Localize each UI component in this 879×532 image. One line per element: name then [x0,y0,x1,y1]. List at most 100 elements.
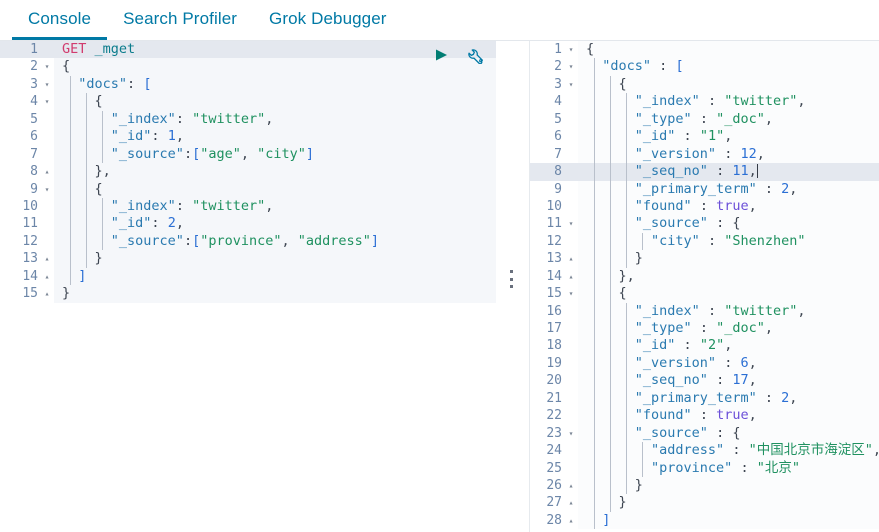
tab-grok-debugger[interactable]: Grok Debugger [253,0,403,40]
code-line[interactable]: 5 "_index": "twitter", [0,110,496,129]
code-line[interactable]: 7 "_source":["age", "city"] [0,145,496,164]
fold-toggle-icon[interactable]: ▾ [40,93,54,110]
code-line[interactable]: 26 ▴ } [530,476,879,495]
code-line[interactable]: 19 "_version" : 6, [530,354,879,373]
code-line[interactable]: 23 ▾ "_source" : { [530,424,879,443]
code-line[interactable]: 11 ▾ "_source" : { [530,215,879,233]
code-line[interactable]: 20 "_seq_no" : 17, [530,372,879,390]
line-number: 6 [530,128,564,146]
fold-toggle-icon[interactable]: ▴ [564,494,578,511]
code-line[interactable]: 4 ▾ { [0,93,496,111]
code-line[interactable]: 28 ▴ ] [530,511,879,530]
wrench-icon[interactable] [464,45,486,65]
fold-toggle-icon[interactable]: ▴ [564,512,578,529]
token-key: "found" [634,197,692,214]
fold-toggle-icon[interactable]: ▾ [564,76,578,93]
fold-toggle-icon[interactable]: ▾ [564,285,578,302]
token-key: "_id" [110,128,152,145]
code-line[interactable]: 25 "province" : "北京" [530,459,879,477]
code-line[interactable]: 1 ▾ { [530,41,879,59]
token-punc: : [699,232,725,249]
code-line[interactable]: 14 ▴ ] [0,267,496,286]
code-line[interactable]: 22 "found" : true, [530,407,879,425]
code-line[interactable]: 21 "_primary_term" : 2, [530,389,879,408]
code-line[interactable]: 5 "_type" : "_doc", [530,110,879,129]
token-str: "twitter" [192,197,266,214]
token-str: "twitter" [192,110,266,127]
token-key: "found" [634,407,692,424]
drag-handle-icon[interactable] [510,270,513,288]
code-line-content: "address" : "中国北京市海淀区", [578,442,879,460]
indent-guide [594,302,595,320]
request-pane[interactable]: 1 GET _mget 2 ▾{3 ▾ "docs": [4 ▾ {5 "_index":… [0,41,496,532]
token-punc [62,93,95,109]
code-line[interactable]: 14 ▴ }, [530,267,879,286]
code-line[interactable]: 24 "address" : "中国北京市海淀区", [530,442,879,460]
token-str: "_doc" [716,320,765,336]
code-line[interactable]: 2 ▾ { [0,58,496,76]
code-line[interactable]: 7 "_version" : 12, [530,145,879,164]
indent-guide [594,215,595,233]
code-line-content: "_type" : "_doc", [578,110,879,129]
token-punc: , [748,372,757,389]
code-line[interactable]: 18 "_id" : "2", [530,337,879,355]
code-line[interactable]: 8 ▴ }, [0,163,496,181]
fold-toggle-icon[interactable]: ▴ [564,477,578,494]
fold-toggle-icon[interactable]: ▾ [564,41,578,58]
fold-toggle-icon[interactable]: ▾ [564,58,578,75]
code-line[interactable]: 10 "found" : true, [530,197,879,216]
fold-toggle-icon[interactable]: ▾ [40,76,54,93]
code-line[interactable]: 16 "_index" : "twitter", [530,302,879,320]
indent-guide [610,372,611,390]
code-line[interactable]: 3 ▾ "docs": [ [0,75,496,94]
code-line[interactable]: 17 "_type" : "_doc", [530,320,879,338]
code-line[interactable]: 9 ▾ { [0,180,496,198]
indent-guide [594,145,595,164]
code-line[interactable]: 15 ▴} [0,285,496,303]
code-line[interactable]: 3 ▾ { [530,75,879,94]
code-tokens: { [62,93,103,110]
fold-toggle-icon[interactable]: ▾ [40,58,54,75]
code-line[interactable]: 8 "_seq_no" : 11, [530,163,879,181]
indent-guide [626,372,627,390]
request-code[interactable]: 1 GET _mget 2 ▾{3 ▾ "docs": [4 ▾ {5 "_index":… [0,41,496,303]
fold-toggle-icon[interactable]: ▾ [564,425,578,442]
fold-toggle-icon[interactable]: ▴ [40,163,54,180]
code-line[interactable]: 12 "city" : "Shenzhen" [530,232,879,251]
fold-toggle-icon[interactable]: ▴ [564,250,578,267]
code-line[interactable]: 9 "_primary_term" : 2, [530,180,879,198]
code-line[interactable]: 27 ▴ } [530,494,879,512]
code-line[interactable]: 10 "_index": "twitter", [0,197,496,216]
code-line[interactable]: 1 GET _mget [0,41,496,59]
indent-guide [626,110,627,129]
response-pane[interactable]: 1 ▾{2 ▾ "docs" : [3 ▾ {4 "_index" : "twitte… [529,41,879,532]
code-line[interactable]: 6 "_id": 1, [0,128,496,146]
indent-guide [102,128,103,146]
fold-toggle-icon[interactable]: ▴ [40,250,54,267]
token-punc: : [756,389,782,406]
tab-console[interactable]: Console [12,0,108,40]
code-line[interactable]: 2 ▾ "docs" : [ [530,58,879,76]
tab-search-profiler[interactable]: Search Profiler [107,0,253,40]
code-line[interactable]: 15 ▾ { [530,285,879,303]
response-code[interactable]: 1 ▾{2 ▾ "docs" : [3 ▾ {4 "_index" : "twitte… [530,41,879,530]
fold-toggle-icon[interactable]: ▾ [564,215,578,232]
code-tokens: } [586,494,627,511]
code-line[interactable]: 11 "_id": 2, [0,215,496,233]
fold-toggle-icon[interactable]: ▾ [40,181,54,198]
code-tokens: "_seq_no" : 11, [586,163,758,180]
code-tokens: "address" : "中国北京市海淀区", [586,442,879,459]
code-line[interactable]: 4 "_index" : "twitter", [530,93,879,111]
code-line[interactable]: 13 ▴ } [0,250,496,268]
fold-toggle-icon[interactable]: ▴ [564,268,578,285]
code-line[interactable]: 6 "_id" : "1", [530,128,879,146]
fold-toggle-icon[interactable]: ▴ [40,285,54,302]
code-line[interactable]: 12 "_source":["province", "address"] [0,232,496,251]
code-line[interactable]: 13 ▴ } [530,250,879,268]
pane-resize-divider[interactable] [496,41,529,532]
play-icon[interactable] [430,45,452,65]
fold-toggle-icon[interactable]: ▴ [40,268,54,285]
